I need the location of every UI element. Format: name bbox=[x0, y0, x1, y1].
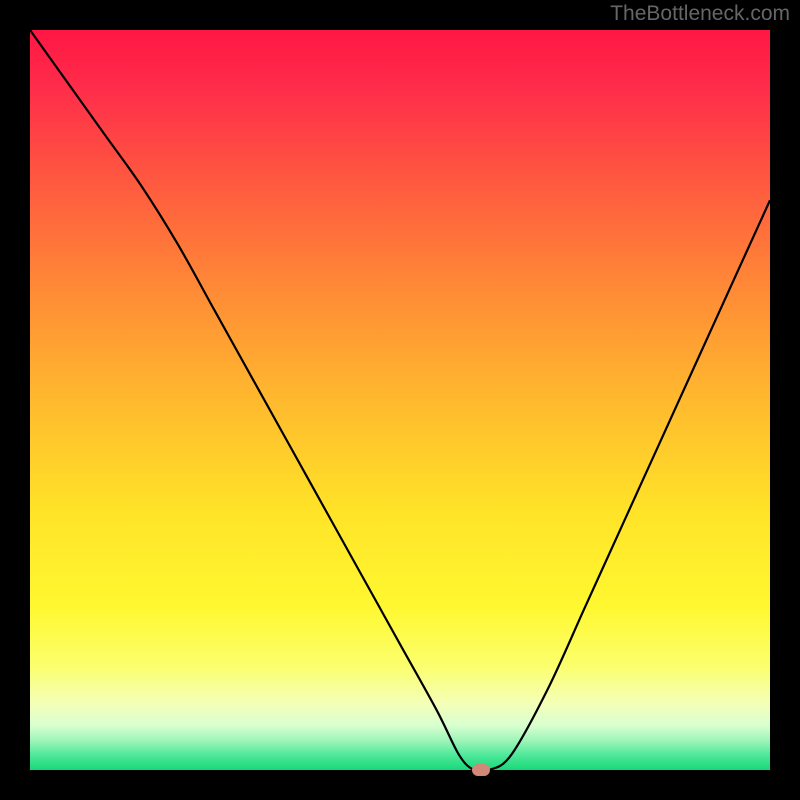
optimal-point-marker bbox=[472, 764, 490, 776]
plot-area bbox=[30, 30, 770, 770]
watermark-text: TheBottleneck.com bbox=[610, 2, 790, 26]
bottleneck-curve bbox=[30, 30, 770, 770]
chart-container: TheBottleneck.com bbox=[0, 0, 800, 800]
